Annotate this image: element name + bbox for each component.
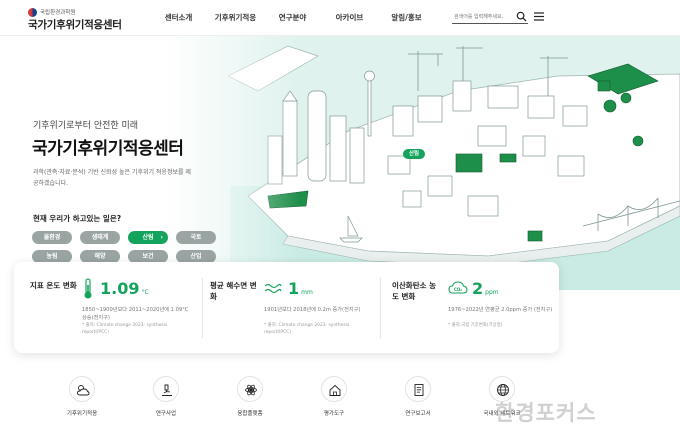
microscope-icon bbox=[162, 384, 172, 396]
category-land[interactable]: 국토 bbox=[176, 231, 216, 244]
indicator-label: 이산화탄소 농도 변화 bbox=[392, 281, 437, 301]
category-forest-label: 산림 bbox=[142, 234, 154, 241]
quick-label: 기후위기적응 bbox=[66, 411, 98, 417]
quick-icon-circle bbox=[153, 376, 179, 402]
indicator-source: * 출처:국립 기후변화(기상청) bbox=[448, 323, 503, 328]
quick-label: 평가도구 bbox=[323, 411, 345, 417]
nav-item-archive[interactable]: 아카이브 bbox=[321, 12, 378, 23]
svg-text:CO₂: CO₂ bbox=[454, 287, 462, 292]
nav-item-center-intro[interactable]: 센터소개 bbox=[150, 12, 207, 23]
site-name: 국가기후위기적응센터 bbox=[28, 19, 122, 31]
climate-indicators-card: 지표 온도 변화 1.09 °C 1850~1900년보다 2011~2020년에… bbox=[14, 262, 559, 353]
indicator-value: 2 ppm bbox=[472, 279, 499, 298]
map-tag-forest[interactable]: 산림 bbox=[403, 149, 425, 159]
sun-cloud-icon bbox=[77, 385, 90, 396]
indicator-sea-level: 평균 해수면 변화 1 mm 1901년보다 2018년에 0.2m 증가(전지구… bbox=[210, 262, 380, 353]
search-input[interactable] bbox=[454, 12, 512, 22]
indicator-value: 1.09 °C bbox=[100, 279, 149, 298]
indicator-unit: °C bbox=[141, 289, 149, 296]
indicator-description: 1901년보다 2018년에 0.2m 증가(전지구) bbox=[264, 307, 361, 313]
nav-item-adaptation[interactable]: 기후위기적응 bbox=[207, 12, 264, 23]
quick-research-reports[interactable]: 연구보고서 bbox=[376, 372, 460, 447]
indicator-value: 1 mm bbox=[288, 279, 313, 298]
category-water-environment[interactable]: 물환경 bbox=[32, 231, 72, 244]
house-icon bbox=[329, 384, 341, 396]
government-emblem-icon bbox=[28, 8, 37, 17]
indicator-source: * 출처: Climate change 2023: synthesis rep… bbox=[82, 323, 168, 335]
network-atom-icon bbox=[245, 384, 257, 396]
indicator-unit: mm bbox=[301, 289, 313, 296]
quick-label: 연구보고서 bbox=[405, 411, 431, 417]
category-forest[interactable]: 산림 › bbox=[128, 231, 168, 244]
document-icon bbox=[414, 384, 424, 396]
category-ecosystem[interactable]: 생태계 bbox=[80, 231, 120, 244]
quick-label: 연구사업 bbox=[155, 411, 177, 417]
indicator-value-number: 1 bbox=[288, 279, 300, 298]
co2-cloud-icon: CO₂ bbox=[448, 281, 468, 294]
org-name: 국립환경과학원 bbox=[40, 10, 76, 16]
quick-icon-circle bbox=[405, 376, 431, 402]
hero-question: 현재 우리가 하고있는 일은? bbox=[33, 214, 122, 223]
quick-icon-circle bbox=[69, 376, 95, 402]
quick-icon-circle bbox=[321, 376, 347, 402]
quick-label: 융합플랫폼 bbox=[237, 411, 263, 417]
site-header: 국립환경과학원 국가기후위기적응센터 센터소개 기후위기적응 연구분야 아카이브… bbox=[0, 0, 680, 36]
indicator-unit: ppm bbox=[485, 289, 499, 296]
indicator-value-number: 1.09 bbox=[100, 279, 140, 298]
indicator-co2: 이산화탄소 농도 변화 CO₂ 2 ppm 1976~2022년 연평균 2.0p… bbox=[392, 262, 557, 353]
category-buttons: 물환경 생태계 산림 › 국토 농림 해양 보건 산업 bbox=[32, 231, 216, 263]
hero-section: 산림 기후위기로부터 안전한 미래 국가기후위기적응센터 과학(관측·자료·분석… bbox=[0, 36, 680, 290]
hero-title: 국가기후위기적응센터 bbox=[32, 139, 184, 159]
quick-evaluation-tools[interactable]: 평가도구 bbox=[292, 372, 376, 447]
indicator-divider bbox=[380, 278, 381, 338]
indicator-description: 1976~2022년 연평균 2.0ppm 증가 (전지구) bbox=[448, 307, 553, 313]
quick-research-projects[interactable]: 연구사업 bbox=[124, 372, 208, 447]
main-nav: 센터소개 기후위기적응 연구분야 아카이브 알림/홍보 bbox=[150, 12, 435, 23]
indicator-temperature: 지표 온도 변화 1.09 °C 1850~1900년보다 2011~2020년에… bbox=[30, 262, 200, 353]
hamburger-menu-icon[interactable] bbox=[534, 12, 544, 21]
watermark: 환경포커스 bbox=[495, 401, 597, 425]
search-icon[interactable] bbox=[516, 11, 527, 22]
indicator-description: 1850~1900년보다 2011~2020년에 1.09°C 상승(전지구) bbox=[82, 307, 189, 321]
indicator-divider bbox=[202, 278, 203, 338]
quick-climate-adaptation[interactable]: 기후위기적응 bbox=[40, 372, 124, 447]
quick-icon-circle bbox=[237, 376, 263, 402]
wave-icon bbox=[264, 283, 282, 294]
indicator-label: 평균 해수면 변화 bbox=[210, 281, 257, 301]
nav-item-research[interactable]: 연구분야 bbox=[264, 12, 321, 23]
quick-convergence-platform[interactable]: 융합플랫폼 bbox=[208, 372, 292, 447]
globe-icon bbox=[497, 384, 509, 396]
search-box bbox=[452, 10, 528, 24]
hero-subtitle: 기후위기로부터 안전한 미래 bbox=[33, 121, 139, 131]
indicator-source: * 출처: Climate change 2023: synthesis rep… bbox=[264, 323, 350, 335]
nav-item-news[interactable]: 알림/홍보 bbox=[378, 12, 435, 23]
indicator-label: 지표 온도 변화 bbox=[30, 281, 77, 290]
indicator-value-number: 2 bbox=[472, 279, 484, 298]
hero-description: 과학(관측·자료·분석) 기반 신뢰성 높은 기후위기 적응정보를 제공하겠습니… bbox=[33, 169, 191, 187]
chevron-right-icon: › bbox=[160, 234, 163, 241]
thermometer-icon bbox=[84, 278, 92, 299]
